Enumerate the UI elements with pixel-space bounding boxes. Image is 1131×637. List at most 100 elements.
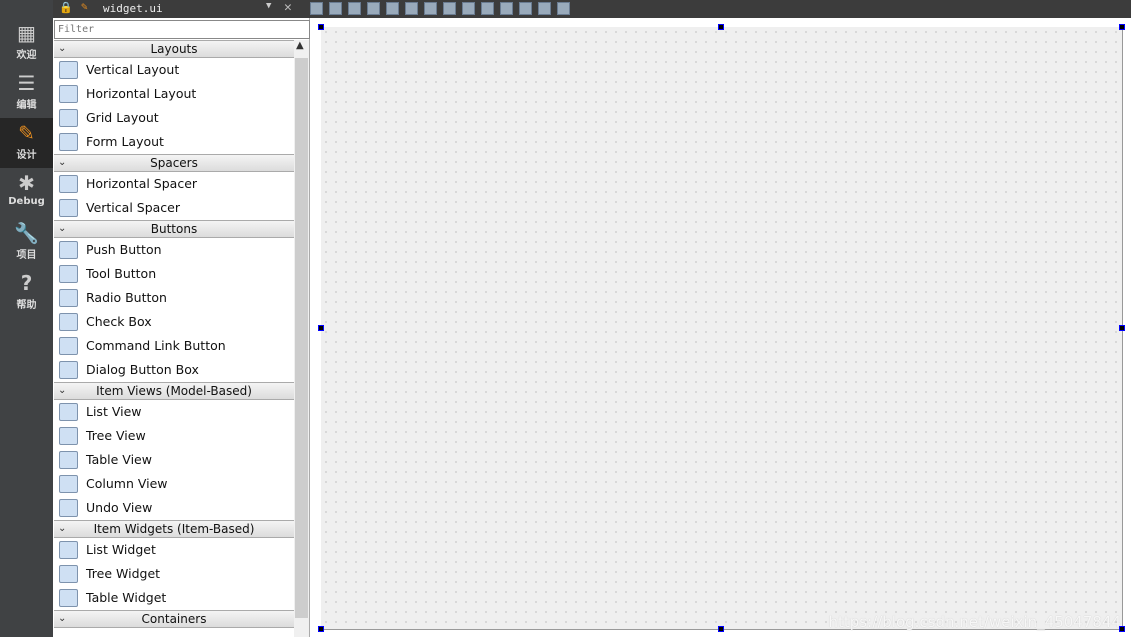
widget-item[interactable]: Undo View xyxy=(54,496,294,520)
widget-icon xyxy=(59,85,78,103)
category-name: Spacers xyxy=(150,156,198,170)
mode-0[interactable]: ▦ 欢迎 xyxy=(0,18,53,68)
mode-3[interactable]: ✱ Debug xyxy=(0,168,53,218)
widget-icon xyxy=(59,265,78,283)
form-tool-icon[interactable] xyxy=(462,2,475,15)
scrollbar-thumb[interactable] xyxy=(295,58,308,618)
widget-item[interactable]: Table Widget xyxy=(54,586,294,610)
form-tool-icon[interactable] xyxy=(443,2,456,15)
widget-icon xyxy=(59,241,78,259)
widget-item[interactable]: Tree View xyxy=(54,424,294,448)
widget-item[interactable]: Horizontal Layout xyxy=(54,82,294,106)
category-header[interactable]: ⌄ Layouts xyxy=(54,40,294,58)
mode-5[interactable]: ? 帮助 xyxy=(0,268,53,318)
widget-item[interactable]: Table View xyxy=(54,448,294,472)
form-tool-icon[interactable] xyxy=(386,2,399,15)
form-tool-icon[interactable] xyxy=(348,2,361,15)
bug-icon: ✱ xyxy=(18,171,35,195)
widget-item[interactable]: Tool Button xyxy=(54,262,294,286)
widget-icon xyxy=(59,337,78,355)
resize-handle[interactable] xyxy=(1119,325,1125,331)
widget-label: Tool Button xyxy=(86,266,157,281)
editor-toolbar: 🔒 ✎ widget.ui ▼ ✕ xyxy=(53,0,1131,18)
scroll-up-icon[interactable]: ▲ xyxy=(296,40,304,51)
widget-item[interactable]: Dialog Button Box xyxy=(54,358,294,382)
widget-icon xyxy=(59,133,78,151)
widget-item[interactable]: Form Layout xyxy=(54,130,294,154)
category-header[interactable]: ⌄ Buttons xyxy=(54,220,294,238)
mode-label: Debug xyxy=(8,196,45,207)
filter-input[interactable] xyxy=(54,20,310,39)
chevron-down-icon: ⌄ xyxy=(58,43,67,54)
category-header[interactable]: ⌄ Item Widgets (Item-Based) xyxy=(54,520,294,538)
widget-item[interactable]: Radio Button xyxy=(54,286,294,310)
widget-item[interactable]: Tree Widget xyxy=(54,562,294,586)
category-name: Item Widgets (Item-Based) xyxy=(93,522,255,536)
chevron-down-icon: ⌄ xyxy=(58,523,67,534)
form-tool-icon[interactable] xyxy=(424,2,437,15)
close-file-icon[interactable]: ✕ xyxy=(284,0,292,15)
widget-item[interactable]: Command Link Button xyxy=(54,334,294,358)
form-tool-icon[interactable] xyxy=(519,2,532,15)
widget-label: Radio Button xyxy=(86,290,167,305)
open-file-name[interactable]: widget.ui xyxy=(103,2,163,15)
category-header[interactable]: ⌄ Spacers xyxy=(54,154,294,172)
resize-handle[interactable] xyxy=(318,325,324,331)
mode-4[interactable]: 🔧 项目 xyxy=(0,218,53,268)
form-tool-icon[interactable] xyxy=(500,2,513,15)
widget-icon xyxy=(59,199,78,217)
resize-handle[interactable] xyxy=(718,24,724,30)
widget-label: Command Link Button xyxy=(86,338,226,353)
form-editor-area: https://blog.csdn.net/weixin_45047844 xyxy=(311,18,1131,637)
resize-handle[interactable] xyxy=(318,24,324,30)
form-tool-icon[interactable] xyxy=(329,2,342,15)
pencil-icon: ✎ xyxy=(18,121,35,145)
widget-item[interactable]: Check Box xyxy=(54,310,294,334)
widget-icon xyxy=(59,541,78,559)
category-name: Buttons xyxy=(150,222,198,236)
document-icon: ☰ xyxy=(17,71,36,95)
widget-icon xyxy=(59,475,78,493)
widget-icon xyxy=(59,61,78,79)
widget-box-scrollbar[interactable]: ▲ xyxy=(294,40,309,637)
lock-icon[interactable]: 🔒 xyxy=(59,1,73,14)
widget-label: List View xyxy=(86,404,142,419)
file-dropdown-icon[interactable]: ▼ xyxy=(266,1,271,11)
form-tool-icon[interactable] xyxy=(405,2,418,15)
widget-item[interactable]: List View xyxy=(54,400,294,424)
widget-label: Vertical Spacer xyxy=(86,200,180,215)
resize-handle[interactable] xyxy=(1119,24,1125,30)
widget-item[interactable]: Vertical Layout xyxy=(54,58,294,82)
widget-item[interactable]: Vertical Spacer xyxy=(54,196,294,220)
mode-label: 帮助 xyxy=(16,300,37,311)
widget-item[interactable]: Push Button xyxy=(54,238,294,262)
widget-item[interactable]: Column View xyxy=(54,472,294,496)
form-tool-icon[interactable] xyxy=(481,2,494,15)
category-header[interactable]: ⌄ Containers xyxy=(54,610,294,628)
widget-label: List Widget xyxy=(86,542,156,557)
form-tool-icon[interactable] xyxy=(538,2,551,15)
widget-label: Column View xyxy=(86,476,168,491)
widget-label: Table Widget xyxy=(86,590,167,605)
form-tool-icon[interactable] xyxy=(557,2,570,15)
mode-1[interactable]: ☰ 编辑 xyxy=(0,68,53,118)
widget-label: Push Button xyxy=(86,242,162,257)
widget-icon xyxy=(59,451,78,469)
widget-label: Tree View xyxy=(86,428,146,443)
category-header[interactable]: ⌄ Item Views (Model-Based) xyxy=(54,382,294,400)
widget-item[interactable]: Grid Layout xyxy=(54,106,294,130)
form-tool-icon[interactable] xyxy=(310,2,323,15)
widget-label: Tree Widget xyxy=(86,566,161,581)
grid-icon: ▦ xyxy=(17,21,36,45)
widget-label: Dialog Button Box xyxy=(86,362,199,377)
form-tool-icon[interactable] xyxy=(367,2,380,15)
mode-2[interactable]: ✎ 设计 xyxy=(0,118,53,168)
resize-handle[interactable] xyxy=(318,626,324,632)
form-canvas[interactable] xyxy=(321,27,1123,630)
widget-list: ⌄ Layouts Vertical Layout Horizontal Layout… xyxy=(54,40,294,628)
widget-label: Undo View xyxy=(86,500,153,515)
widget-item[interactable]: List Widget xyxy=(54,538,294,562)
resize-handle[interactable] xyxy=(718,626,724,632)
widget-item[interactable]: Horizontal Spacer xyxy=(54,172,294,196)
mode-label: 编辑 xyxy=(16,100,37,111)
